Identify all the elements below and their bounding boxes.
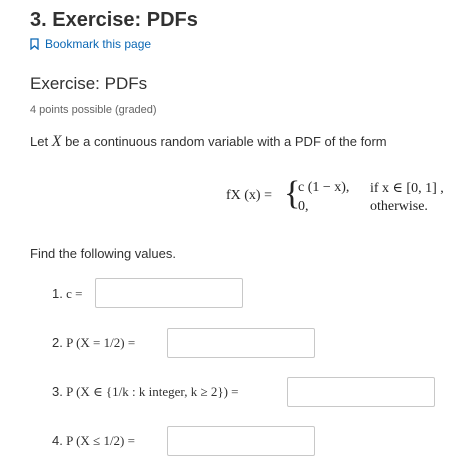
question-4-number: 4. xyxy=(52,433,63,448)
question-3-label: 3. P (X ∈ {1/k : k integer, k ≥ 2}) = xyxy=(52,384,239,400)
pdf-formula: fX (x) = { c (1 − x), if x ∈ [0, 1] , 0,… xyxy=(226,175,456,216)
prompt-prefix: Let xyxy=(30,134,52,149)
bookmark-icon xyxy=(30,38,39,50)
question-3-number: 3. xyxy=(52,384,63,399)
question-3-expr: P (X ∈ {1/k : k integer, k ≥ 2}) = xyxy=(66,384,239,399)
question-2-label: 2. P (X = 1/2) = xyxy=(52,335,135,351)
answer-input-4[interactable] xyxy=(167,426,315,456)
points-possible: 4 points possible (graded) xyxy=(30,104,157,116)
question-1-expr: c = xyxy=(66,286,83,301)
formula-case2-condition: otherwise. xyxy=(370,199,428,214)
formula-case2-value: 0, xyxy=(298,199,309,214)
find-instructions: Find the following values. xyxy=(30,246,176,261)
question-1-label: 1. c = xyxy=(52,286,82,302)
prompt-suffix: be a continuous random variable with a P… xyxy=(61,134,387,149)
question-2-expr: P (X = 1/2) = xyxy=(66,335,136,350)
question-4-expr: P (X ≤ 1/2) = xyxy=(66,433,135,448)
problem-prompt: Let X be a continuous random variable wi… xyxy=(30,133,387,151)
problem-header: Exercise: PDFs xyxy=(30,74,148,93)
answer-input-2[interactable] xyxy=(167,328,315,358)
formula-case1-value: c (1 − x), xyxy=(298,180,350,195)
answer-input-3[interactable] xyxy=(287,377,435,407)
bookmark-label: Bookmark this page xyxy=(45,37,152,51)
question-2-number: 2. xyxy=(52,335,63,350)
formula-lhs: fX (x) = xyxy=(226,188,272,203)
question-4-label: 4. P (X ≤ 1/2) = xyxy=(52,433,135,449)
bookmark-link[interactable]: Bookmark this page xyxy=(30,37,151,51)
page-title: 3. Exercise: PDFs xyxy=(30,9,198,31)
formula-case1-condition: if x ∈ [0, 1] , xyxy=(370,181,444,196)
answer-input-1[interactable] xyxy=(95,278,243,308)
question-1-number: 1. xyxy=(52,286,63,301)
prompt-variable: X xyxy=(51,133,62,150)
